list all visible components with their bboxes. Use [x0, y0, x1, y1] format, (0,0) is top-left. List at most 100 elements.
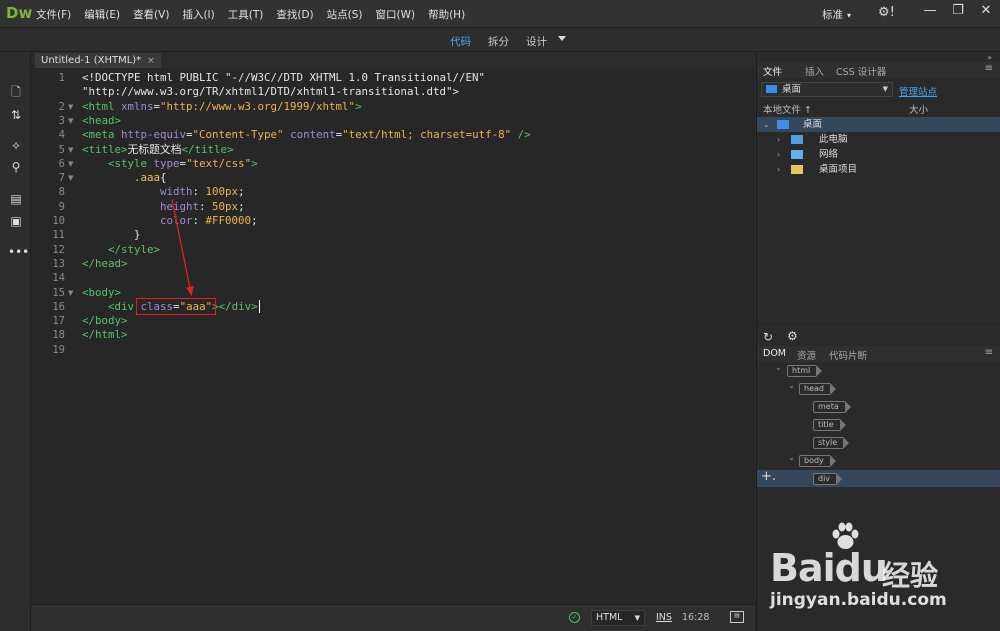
dreamweaver-logo: Dw	[6, 4, 33, 22]
dom-node-title[interactable]: title	[813, 419, 846, 431]
connect-icon[interactable]: ⚙	[787, 329, 798, 343]
manage-site-link[interactable]: 管理站点	[899, 84, 937, 98]
menu-file[interactable]: 文件(F)	[36, 7, 71, 22]
chevron-down-icon[interactable]: ⌄	[763, 117, 770, 132]
close-icon[interactable]: ✕	[972, 3, 1000, 18]
more-icon[interactable]: •••	[8, 244, 29, 260]
document-tab-title: Untitled-1 (XHTML)*	[41, 55, 142, 66]
column-local-files[interactable]: 本地文件 ↑	[763, 102, 812, 116]
chevron-right-icon[interactable]: ›	[777, 147, 780, 162]
site-select-value: 桌面	[782, 84, 802, 95]
file-tree-label: 网络	[819, 149, 839, 160]
dom-selected-row[interactable]: +.	[757, 469, 1000, 487]
file-tree-item[interactable]: › 此电脑	[757, 132, 1000, 147]
baidu-jingyan-watermark: Baidu 经验 jingyan.baidu.com	[770, 520, 970, 620]
folder-icon	[791, 165, 803, 174]
menu-view[interactable]: 查看(V)	[133, 7, 169, 22]
file-tree-label: 桌面	[803, 119, 823, 130]
desktop-icon	[766, 85, 777, 93]
chevron-down-icon: ▼	[634, 614, 640, 622]
chevron-down-icon: ▼	[882, 85, 888, 93]
file-tree-item[interactable]: ⌄ 桌面	[757, 117, 1000, 132]
add-element-icon[interactable]: +.	[761, 469, 776, 484]
dom-panel-tabs: DOM 资源 代码片断 ≡	[757, 346, 1000, 362]
menu-help[interactable]: 帮助(H)	[428, 7, 465, 22]
watermark-url: jingyan.baidu.com	[770, 590, 947, 610]
menu-window[interactable]: 窗口(W)	[376, 7, 416, 22]
document-type-select[interactable]: HTML ▼	[591, 610, 645, 626]
window-controls: — ❐ ✕	[916, 3, 1000, 18]
dom-node-html[interactable]: html	[787, 365, 823, 377]
workspace-layout-select[interactable]: 标准 ▾	[822, 7, 851, 22]
desktop-icon	[777, 120, 789, 129]
dom-node-style[interactable]: style	[813, 437, 850, 449]
network-icon	[791, 150, 803, 159]
chevron-down-icon[interactable]: ⌄	[788, 381, 795, 390]
chevron-down-icon[interactable]: ⌄	[788, 453, 795, 462]
files-panel-tabs: 文件 插入 CSS 设计器 ≡	[757, 62, 1000, 78]
tab-insert[interactable]: 插入	[805, 64, 824, 78]
dom-node-meta[interactable]: meta	[813, 401, 851, 413]
title-bar: Dw 文件(F) 编辑(E) 查看(V) 插入(I) 工具(T) 查找(D) 站…	[0, 0, 1000, 28]
view-switch-bar: 代码 拆分 设计	[0, 28, 1000, 52]
computer-icon	[791, 135, 803, 144]
gear-icon[interactable]: ⚙!	[878, 5, 895, 20]
new-document-icon[interactable]: 🗋	[8, 84, 24, 100]
cursor-position: 16:28	[682, 612, 710, 623]
minimize-icon[interactable]: —	[916, 3, 944, 18]
chevron-right-icon[interactable]: ›	[777, 132, 780, 147]
annotation-arrow	[171, 199, 194, 296]
insert-mode-indicator[interactable]: INS	[656, 612, 672, 623]
document-type-value: HTML	[596, 612, 623, 623]
tab-split-view[interactable]: 拆分	[488, 34, 509, 49]
collapse-panels-icon[interactable]: »	[987, 53, 992, 62]
menu-site[interactable]: 站点(S)	[327, 7, 363, 22]
panel-menu-icon[interactable]: ≡	[985, 347, 993, 358]
format-icon[interactable]: ✧	[8, 138, 24, 154]
document-tab[interactable]: Untitled-1 (XHTML)* ×	[35, 53, 161, 68]
tab-snippets[interactable]: 代码片断	[829, 348, 867, 362]
chevron-right-icon[interactable]: ›	[777, 162, 780, 177]
comment-icon[interactable]: ▤	[8, 191, 24, 207]
tab-dom[interactable]: DOM	[763, 348, 786, 359]
tab-files[interactable]: 文件	[763, 64, 782, 78]
menu-tools[interactable]: 工具(T)	[228, 7, 264, 22]
column-size[interactable]: 大小	[909, 102, 928, 116]
view-dropdown-icon[interactable]	[558, 36, 566, 41]
image-icon[interactable]: ▣	[8, 213, 24, 229]
restore-icon[interactable]: ❐	[944, 3, 972, 18]
code-editor[interactable]: 1 2 ▼ 3 ▼ 4 5 ▼ 6 ▼ 7 ▼ 8 9 10 11 12 13 14 15 ▼ 16 17 18 19 <!DO…	[31, 68, 755, 604]
watermark-brand: Baidu	[770, 546, 888, 590]
file-tree-label: 桌面项目	[819, 164, 858, 175]
dom-node-head[interactable]: head	[799, 383, 836, 395]
close-tab-icon[interactable]: ×	[147, 56, 155, 66]
file-tree-item[interactable]: › 桌面项目	[757, 162, 1000, 177]
site-select[interactable]: 桌面 ▼	[761, 82, 893, 97]
refresh-icon[interactable]: ↻	[763, 330, 773, 344]
chevron-down-icon[interactable]: ⌄	[775, 363, 782, 372]
tab-design-view[interactable]: 设计	[526, 34, 547, 49]
tab-css-designer[interactable]: CSS 设计器	[836, 64, 886, 78]
panel-menu-icon[interactable]: ≡	[985, 63, 993, 74]
menu-bar: 文件(F) 编辑(E) 查看(V) 插入(I) 工具(T) 查找(D) 站点(S…	[36, 7, 478, 22]
watermark-cn: 经验	[882, 559, 939, 592]
tab-code-view[interactable]: 代码	[450, 34, 471, 49]
workspace-layout-label: 标准	[822, 9, 843, 21]
check-ok-icon[interactable]: ✓	[569, 612, 580, 623]
file-tree-label: 此电脑	[819, 134, 848, 145]
status-bar: ✓ HTML ▼ INS 16:28 ▤	[31, 604, 755, 631]
files-panel-footer: ↻ ⚙	[757, 324, 1000, 346]
menu-edit[interactable]: 编辑(E)	[84, 7, 120, 22]
menu-insert[interactable]: 插入(I)	[182, 7, 214, 22]
sort-icon[interactable]: ⇅	[8, 107, 24, 123]
document-tabs: Untitled-1 (XHTML)* ×	[31, 52, 755, 68]
dom-node-body[interactable]: body	[799, 455, 836, 467]
preview-icon[interactable]: ▤	[730, 611, 744, 623]
menu-find[interactable]: 查找(D)	[276, 7, 313, 22]
left-toolbar: 🗋 ⇅ ✧ ⚲ ▤ ▣ •••	[0, 52, 31, 631]
dom-node-div[interactable]: div	[813, 473, 843, 485]
tab-assets[interactable]: 资源	[797, 348, 816, 362]
file-tree-item[interactable]: › 网络	[757, 147, 1000, 162]
brush-icon[interactable]: ⚲	[8, 159, 24, 175]
text-cursor	[258, 299, 260, 313]
